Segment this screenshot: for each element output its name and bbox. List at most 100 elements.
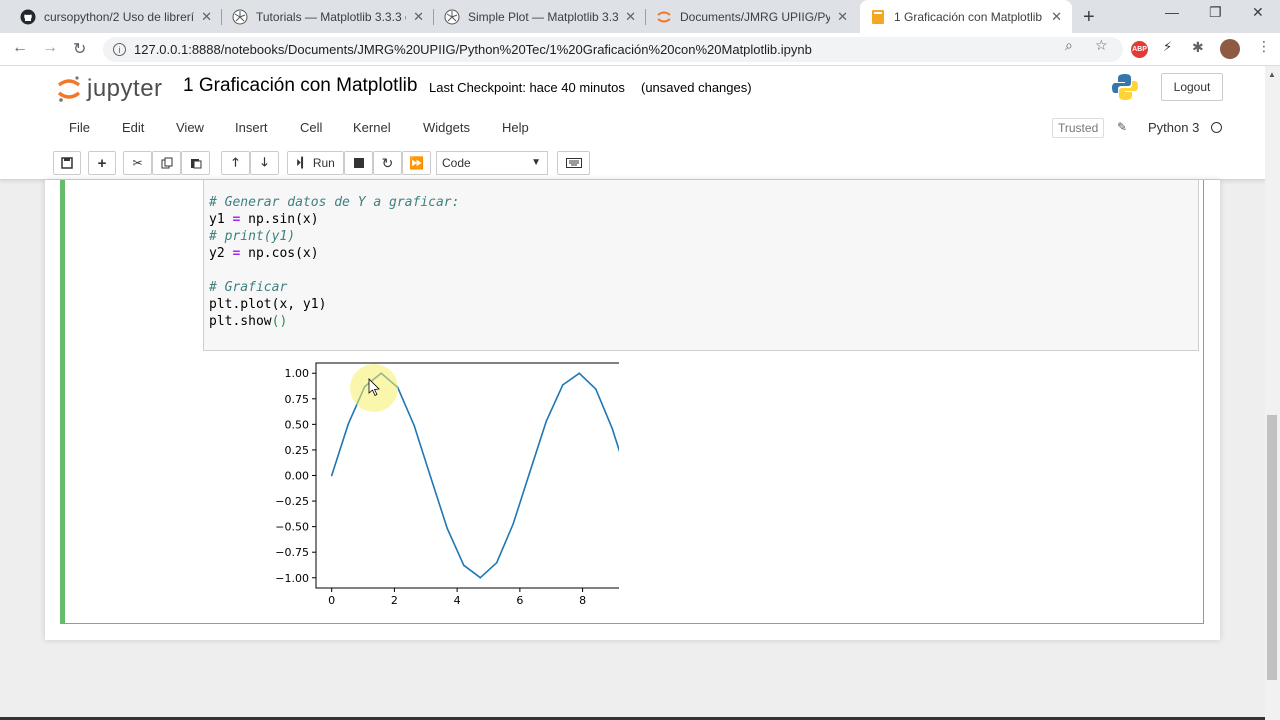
menu-help[interactable]: Help xyxy=(502,120,529,135)
code-token: plt.plot(x, y1) xyxy=(209,297,327,312)
matplotlib-icon xyxy=(444,9,460,25)
browser-tab-0[interactable]: cursopython/2 Uso de librerías ✕ xyxy=(10,0,222,33)
tab-title: Documents/JMRG UPIIG/Pytho xyxy=(680,9,830,24)
code-editor[interactable]: # Generar datos de Y a graficar: y1 = np.… xyxy=(209,194,459,330)
minimize-icon[interactable]: — xyxy=(1165,4,1179,20)
interrupt-button[interactable] xyxy=(344,151,373,175)
notebook-icon xyxy=(870,9,886,25)
browser-tab-bar: cursopython/2 Uso de librerías ✕ Tutoria… xyxy=(0,0,1280,33)
tab-title: cursopython/2 Uso de librerías xyxy=(44,9,194,24)
menu-kernel[interactable]: Kernel xyxy=(353,120,391,135)
menu-insert[interactable]: Insert xyxy=(235,120,268,135)
restore-icon[interactable]: ❐ xyxy=(1209,4,1222,21)
y-tick-label: −1.00 xyxy=(275,572,309,585)
adblock-icon[interactable]: ABP xyxy=(1131,41,1148,58)
copy-button[interactable] xyxy=(152,151,181,175)
data-point xyxy=(594,388,597,390)
output-plot: 1.00 0.75 0.50 0.25 0.00 −0.25 −0.50 −0.75 −1.00… xyxy=(275,362,619,607)
logout-button[interactable]: Logout xyxy=(1161,73,1223,101)
jupyter-logo[interactable]: jupyter xyxy=(57,74,163,104)
menu-bar: File Edit View Insert Cell Kernel Widget… xyxy=(53,114,1228,140)
tab-title: Tutorials — Matplotlib 3.3.3 do xyxy=(256,9,406,24)
info-icon[interactable]: i xyxy=(113,43,126,56)
data-point xyxy=(446,527,449,530)
close-icon[interactable]: ✕ xyxy=(413,9,424,25)
save-button[interactable] xyxy=(53,151,81,175)
github-icon xyxy=(20,9,36,25)
step-forward-icon: ⏵︎▎ xyxy=(296,157,309,169)
close-icon[interactable]: ✕ xyxy=(625,9,636,25)
data-point xyxy=(462,564,465,567)
y-tick-label: −0.75 xyxy=(275,546,309,559)
code-token: plt.show xyxy=(209,314,272,329)
restart-button[interactable]: ↻ xyxy=(373,151,402,175)
browser-tab-1[interactable]: Tutorials — Matplotlib 3.3.3 do ✕ xyxy=(222,0,434,33)
code-line: # Generar datos de Y a graficar: xyxy=(209,194,459,211)
data-point xyxy=(347,423,349,425)
browser-tab-3[interactable]: Documents/JMRG UPIIG/Pytho ✕ xyxy=(646,0,858,33)
copy-icon xyxy=(161,157,172,169)
move-up-button[interactable]: 🡑 xyxy=(221,151,250,175)
scroll-up-icon[interactable]: ▲ xyxy=(1268,70,1276,79)
pencil-icon[interactable]: ✎ xyxy=(1117,120,1127,134)
matplotlib-icon xyxy=(232,9,248,25)
code-token: y1 xyxy=(209,212,233,227)
data-point xyxy=(330,474,333,477)
scissors-icon: ✂ xyxy=(132,156,143,170)
run-button[interactable]: ⏵︎▎ Run xyxy=(287,151,344,175)
insert-cell-button[interactable]: + xyxy=(88,151,116,175)
data-point xyxy=(413,424,416,427)
y-tick-label: 0.50 xyxy=(285,418,310,431)
chevron-down-icon: ▼ xyxy=(531,157,541,168)
bolt-extension-icon[interactable]: ⚡ xyxy=(1163,39,1172,55)
command-palette-button[interactable] xyxy=(557,151,590,175)
close-icon[interactable]: ✕ xyxy=(1051,9,1062,25)
cut-button[interactable]: ✂ xyxy=(123,151,152,175)
jupyter-header: jupyter 1 Graficación con Matplotlib Las… xyxy=(0,66,1265,180)
puzzle-icon[interactable]: ✱ xyxy=(1192,39,1204,56)
close-icon[interactable]: ✕ xyxy=(837,9,848,25)
avatar[interactable] xyxy=(1220,39,1240,59)
close-icon[interactable]: ✕ xyxy=(201,9,212,25)
code-token: # Graficar xyxy=(209,280,288,295)
menu-widgets[interactable]: Widgets xyxy=(423,120,470,135)
paste-button[interactable] xyxy=(181,151,210,175)
forward-icon[interactable]: → xyxy=(42,39,58,57)
cell-type-select[interactable]: Code ▼ xyxy=(436,151,548,175)
restart-run-all-button[interactable]: ⏩ xyxy=(402,151,431,175)
kebab-menu-icon[interactable]: ⋮ xyxy=(1257,38,1271,55)
code-line: # print(y1) xyxy=(209,228,459,245)
arrow-up-icon: 🡑 xyxy=(232,154,239,169)
trusted-badge[interactable]: Trusted xyxy=(1052,118,1105,138)
x-tick-label: 8 xyxy=(579,594,586,607)
browser-tab-2[interactable]: Simple Plot — Matplotlib 3.3.3 ✕ xyxy=(434,0,646,33)
run-label: Run xyxy=(312,156,335,170)
menu-view[interactable]: View xyxy=(176,120,204,135)
restart-icon: ↻ xyxy=(381,154,394,171)
code-input-area[interactable]: # Generar datos de Y a graficar: y1 = np.… xyxy=(203,180,1199,351)
zoom-icon[interactable]: ⌕ xyxy=(1065,37,1073,54)
scrollbar-thumb[interactable] xyxy=(1267,415,1277,680)
new-tab-button[interactable]: + xyxy=(1083,6,1095,29)
menu-cell[interactable]: Cell xyxy=(300,120,322,135)
move-down-button[interactable]: 🡓 xyxy=(250,151,279,175)
code-token: y2 xyxy=(209,246,233,261)
data-point xyxy=(528,471,531,473)
menu-file[interactable]: File xyxy=(69,120,90,135)
url-field[interactable]: i 127.0.0.1:8888/notebooks/Documents/JMR… xyxy=(103,37,1123,62)
code-line: y2 = np.cos(x) xyxy=(209,245,459,262)
code-cell[interactable]: # Generar datos de Y a graficar: y1 = np.… xyxy=(60,180,1204,624)
stop-icon xyxy=(353,158,364,168)
menu-edit[interactable]: Edit xyxy=(122,120,144,135)
window-close-icon[interactable]: ✕ xyxy=(1252,4,1264,21)
browser-tab-4[interactable]: 1 Graficación con Matplotlib - ✕ xyxy=(860,0,1072,33)
y-tick-label: 0.25 xyxy=(285,444,310,457)
tab-title: Simple Plot — Matplotlib 3.3.3 xyxy=(468,9,618,24)
data-point xyxy=(611,427,614,430)
reload-icon[interactable]: ↻ xyxy=(73,39,86,59)
back-icon[interactable]: ← xyxy=(12,39,28,57)
notebook-title[interactable]: 1 Graficación con Matplotlib xyxy=(183,75,417,97)
code-token: np.cos(x) xyxy=(240,246,319,261)
bookmark-star-icon[interactable]: ☆ xyxy=(1095,37,1108,54)
